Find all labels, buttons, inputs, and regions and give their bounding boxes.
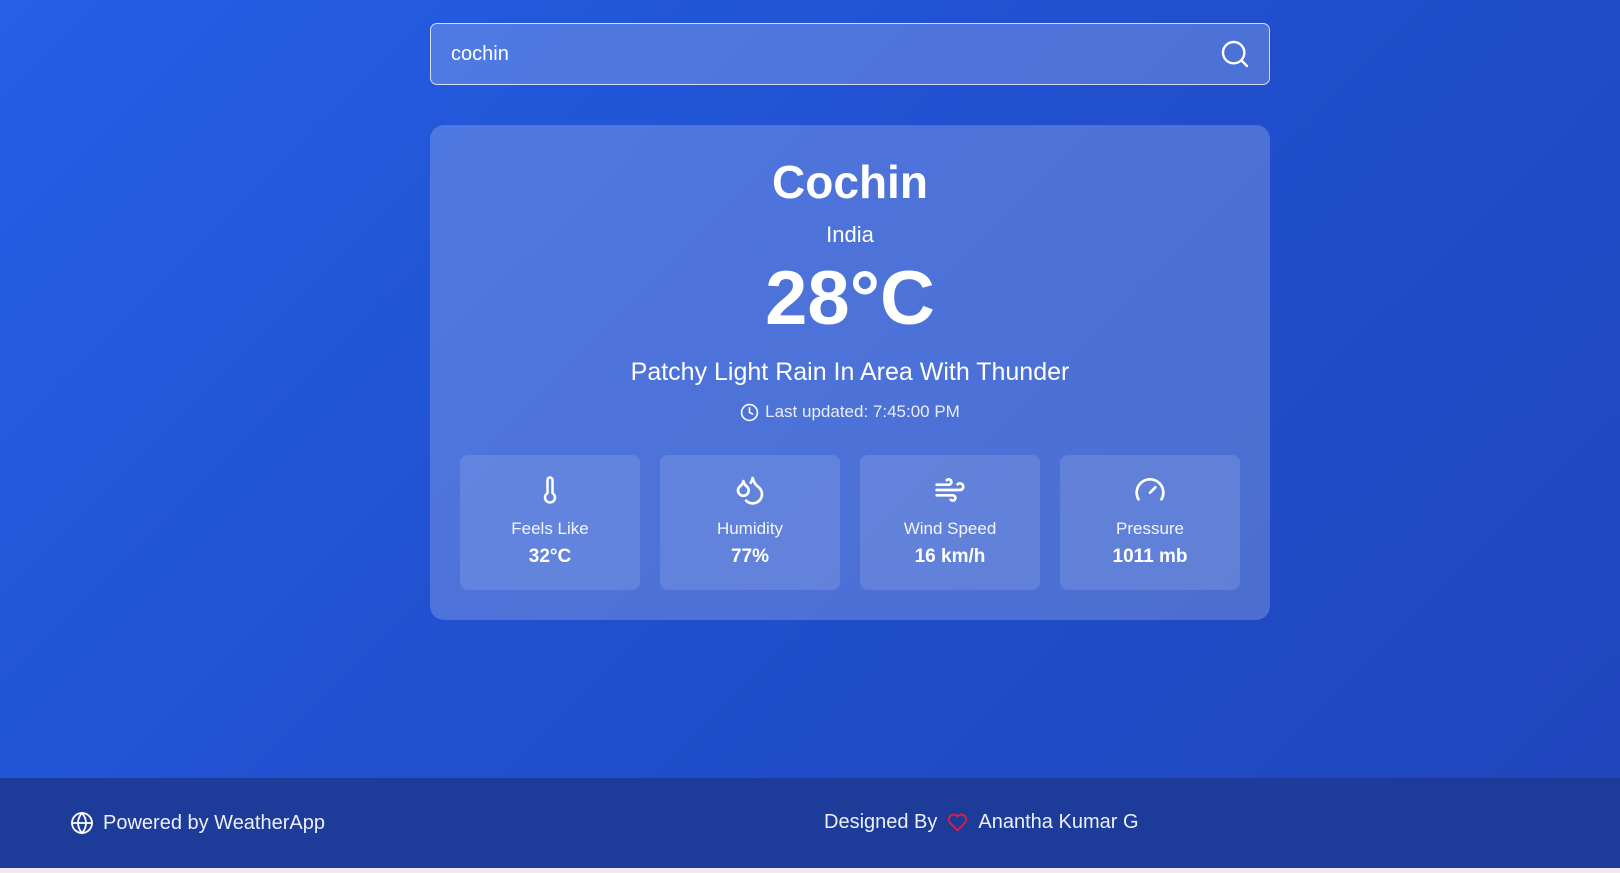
stat-label: Wind Speed	[903, 519, 997, 538]
stat-label: Feels Like	[511, 519, 589, 538]
last-updated: Last updated: 7:45:00 PM	[430, 402, 1270, 422]
last-updated-text: Last updated: 7:45:00 PM	[765, 402, 960, 421]
stat-label: Humidity	[716, 519, 784, 538]
stat-value: 32°C	[528, 546, 572, 567]
app-background: Cochin India 28°C Patchy Light Rain In A…	[0, 0, 1620, 868]
search-button[interactable]	[1219, 38, 1251, 70]
globe-icon	[71, 811, 93, 835]
country-name: India	[826, 222, 874, 247]
clock-icon	[740, 403, 759, 421]
designed-by: Designed By Anantha Kumar G	[824, 811, 1139, 834]
stat-value: 1011 mb	[1112, 546, 1188, 567]
droplets-icon	[736, 476, 764, 505]
thermometer-icon	[543, 476, 557, 504]
temperature: 28°C	[765, 256, 935, 341]
weather-condition: Patchy Light Rain In Area With Thunder	[630, 358, 1070, 386]
gauge-icon	[1135, 478, 1165, 501]
stat-value: 16 km/h	[914, 546, 986, 567]
powered-by-text: Powered by WeatherApp	[103, 811, 325, 834]
stat-humidity: Humidity 77%	[660, 455, 840, 590]
heart-icon	[948, 813, 968, 832]
search-input[interactable]	[431, 24, 1211, 84]
search-icon	[1221, 40, 1249, 68]
city-name: Cochin	[772, 156, 928, 208]
stat-pressure: Pressure 1011 mb	[1060, 455, 1240, 590]
stat-value: 77%	[730, 546, 770, 567]
stat-wind-speed: Wind Speed 16 km/h	[860, 455, 1040, 590]
powered-by: Powered by WeatherApp	[70, 811, 325, 835]
weather-card: Cochin India 28°C Patchy Light Rain In A…	[430, 125, 1270, 620]
stats-grid: Feels Like 32°C Humidity 77% Wind Speed …	[460, 455, 1240, 590]
search-bar	[430, 23, 1270, 85]
designer-name: Anantha Kumar G	[978, 811, 1139, 833]
designed-by-label: Designed By	[824, 811, 938, 833]
footer: Powered by WeatherApp Designed By Ananth…	[0, 778, 1620, 868]
stat-feels-like: Feels Like 32°C	[460, 455, 640, 590]
stat-label: Pressure	[1115, 519, 1185, 538]
wind-icon	[935, 478, 965, 502]
